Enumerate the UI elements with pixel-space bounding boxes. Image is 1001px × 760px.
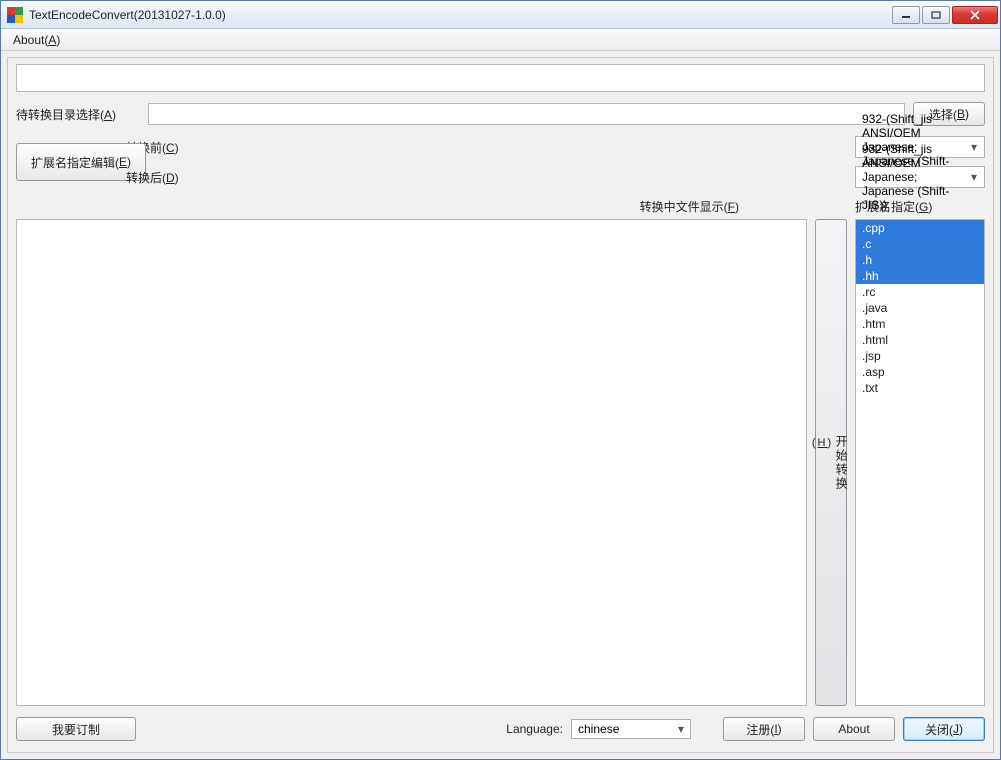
after-label: 转换后(D) [126,169,845,186]
ext-item[interactable]: .c [856,236,984,252]
client-area: 待转换目录选择(A) 选择(B) 转换前(C) 932-(Shift_jis A… [7,57,994,753]
close-icon [969,10,981,20]
ext-item[interactable]: .htm [856,316,984,332]
titlebar[interactable]: TextEncodeConvert(20131027-1.0.0) [1,1,1000,29]
maximize-icon [931,11,941,19]
chevron-down-icon: ▾ [674,721,688,737]
converting-files-label: 转换中文件显示(F) [640,198,739,215]
window-buttons [890,6,998,24]
language-value: chinese [578,722,619,736]
app-icon [7,7,23,23]
before-label: 转换前(C) [126,139,845,156]
ext-item[interactable]: .asp [856,364,984,380]
minimize-button[interactable] [892,6,920,24]
dir-label: 待转换目录选择(A) [16,106,148,123]
close-app-button[interactable]: 关闭(J) [903,717,985,741]
register-button[interactable]: 注册(I) [723,717,805,741]
after-combo-value: 932-(Shift_jis ANSI/OEM Japanese; Japane… [862,142,964,212]
menu-about[interactable]: About(A) [5,31,68,49]
ext-item[interactable]: .html [856,332,984,348]
ext-item[interactable]: .cpp [856,220,984,236]
close-button[interactable] [952,6,998,24]
after-combo[interactable]: 932-(Shift_jis ANSI/OEM Japanese; Japane… [855,166,985,188]
window-title: TextEncodeConvert(20131027-1.0.0) [29,8,890,22]
app-window: TextEncodeConvert(20131027-1.0.0) About(… [0,0,1001,760]
menubar: About(A) [1,29,1000,51]
start-convert-button[interactable]: 开始转换 (H) [815,219,847,706]
mid-labels: 转换中文件显示(F) 扩展名指定(G) [16,198,985,215]
chevron-down-icon: ▾ [966,169,982,185]
file-list[interactable] [16,219,807,706]
ext-item[interactable]: .jsp [856,348,984,364]
language-combo[interactable]: chinese ▾ [571,719,691,739]
row-directory: 待转换目录选择(A) 选择(B) [16,102,985,126]
dir-input[interactable] [148,103,905,125]
ext-item[interactable]: .rc [856,284,984,300]
language-label: Language: [506,722,563,736]
minimize-icon [901,11,911,19]
chevron-down-icon: ▾ [966,139,982,155]
status-box [16,64,985,92]
subscribe-button[interactable]: 我要订制 [16,717,136,741]
ext-list[interactable]: .cpp.c.h.hh.rc.java.htm.html.jsp.asp.txt [855,219,985,706]
ext-item[interactable]: .java [856,300,984,316]
maximize-button[interactable] [922,6,950,24]
about-button[interactable]: About [813,717,895,741]
ext-item[interactable]: .txt [856,380,984,396]
main-area: 开始转换 (H) .cpp.c.h.hh.rc.java.htm.html.js… [16,219,985,706]
ext-item[interactable]: .hh [856,268,984,284]
ext-item[interactable]: .h [856,252,984,268]
encoding-grid: 转换前(C) 932-(Shift_jis ANSI/OEM Japanese;… [16,136,985,188]
footer: 我要订制 Language: chinese ▾ 注册(I) About 关闭(… [16,714,985,744]
